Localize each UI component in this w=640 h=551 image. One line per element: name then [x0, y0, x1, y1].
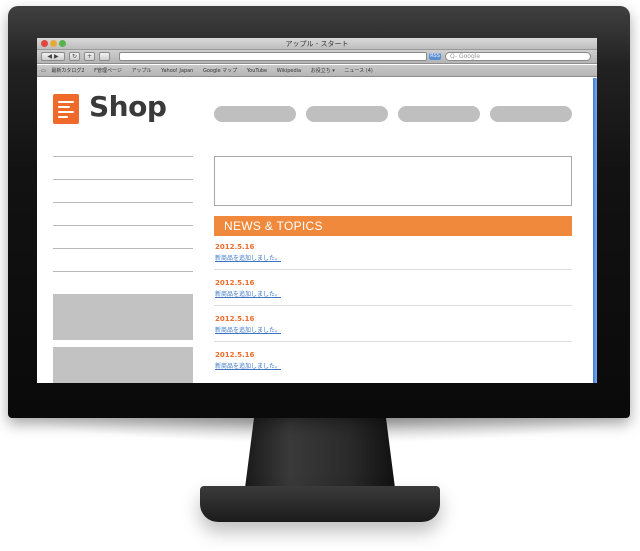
nav-button-3[interactable] [398, 106, 480, 122]
bookmark-item[interactable]: Wikipedia [277, 65, 301, 76]
bookmark-item[interactable]: お役立ち ▾ [311, 65, 335, 76]
sidebar-menu-item[interactable] [53, 271, 193, 272]
shop-logo-text[interactable]: Shop [89, 90, 167, 123]
news-divider [214, 269, 572, 270]
rss-badge[interactable]: RSS [429, 53, 441, 60]
sidebar-menu-item[interactable] [53, 179, 193, 180]
vertical-scrollbar[interactable] [593, 78, 597, 383]
bookmarks-bar: ▭ 最新カタログ2 F管理ページ アップル Yahoo! Japan Googl… [37, 65, 597, 77]
monitor-screen: アップル - スタート ◀ ▶ ↻ + RSS Q- Google ▭ 最新カタ… [37, 38, 597, 383]
address-bar[interactable] [119, 52, 427, 61]
sidebar-menu-item[interactable] [53, 225, 193, 226]
sidebar-menu-item[interactable] [53, 156, 193, 157]
sidebar-banner[interactable] [53, 294, 193, 340]
nav-button-2[interactable] [306, 106, 388, 122]
web-page: Shop NEWS & TOPICS 2012.5.16 新商品を追加しました。… [37, 78, 593, 383]
news-header: NEWS & TOPICS [214, 216, 572, 236]
sidebar-banner[interactable] [53, 347, 193, 383]
shop-logo-icon[interactable] [53, 94, 79, 124]
news-item: 2012.5.16 新商品を追加しました。 [214, 279, 572, 315]
nav-button-1[interactable] [214, 106, 296, 122]
news-date: 2012.5.16 [215, 315, 255, 323]
bookmark-item[interactable]: Google マップ [203, 65, 237, 76]
sidebar-menu-item[interactable] [53, 248, 193, 249]
news-item: 2012.5.16 新商品を追加しました。 [214, 243, 572, 279]
show-bookmarks-button[interactable] [99, 52, 110, 61]
bookmark-item[interactable]: アップル [131, 65, 151, 76]
browser-titlebar: アップル - スタート [37, 38, 597, 50]
sidebar-menu-item[interactable] [53, 202, 193, 203]
news-link[interactable]: 新商品を追加しました。 [215, 289, 281, 298]
search-input[interactable]: Q- Google [445, 52, 591, 61]
news-item: 2012.5.16 新商品を追加しました。 [214, 351, 572, 383]
news-date: 2012.5.16 [215, 279, 255, 287]
back-forward-button[interactable]: ◀ ▶ [41, 52, 65, 61]
news-date: 2012.5.16 [215, 351, 255, 359]
nav-button-4[interactable] [490, 106, 572, 122]
monitor-base [200, 486, 440, 522]
monitor-neck [245, 418, 395, 488]
news-link[interactable]: 新商品を追加しました。 [215, 253, 281, 262]
bookmark-item[interactable]: F管理ページ [94, 65, 122, 76]
news-item: 2012.5.16 新商品を追加しました。 [214, 315, 572, 351]
news-date: 2012.5.16 [215, 243, 255, 251]
news-link[interactable]: 新商品を追加しました。 [215, 361, 281, 370]
news-divider [214, 341, 572, 342]
news-divider [214, 305, 572, 306]
bookmark-item[interactable]: YouTube [247, 65, 267, 76]
add-bookmark-button[interactable]: + [84, 52, 95, 61]
news-link[interactable]: 新商品を追加しました。 [215, 325, 281, 334]
main-banner[interactable] [214, 156, 572, 206]
browser-toolbar: ◀ ▶ ↻ + RSS Q- Google [37, 50, 597, 64]
bookmark-item[interactable]: ニュース (4) [344, 65, 372, 76]
bookmark-item[interactable]: 最新カタログ2 [51, 65, 84, 76]
reload-button[interactable]: ↻ [69, 52, 80, 61]
bookmark-item[interactable]: Yahoo! Japan [161, 65, 193, 76]
book-icon[interactable]: ▭ [41, 65, 46, 76]
window-title: アップル - スタート [285, 40, 349, 48]
